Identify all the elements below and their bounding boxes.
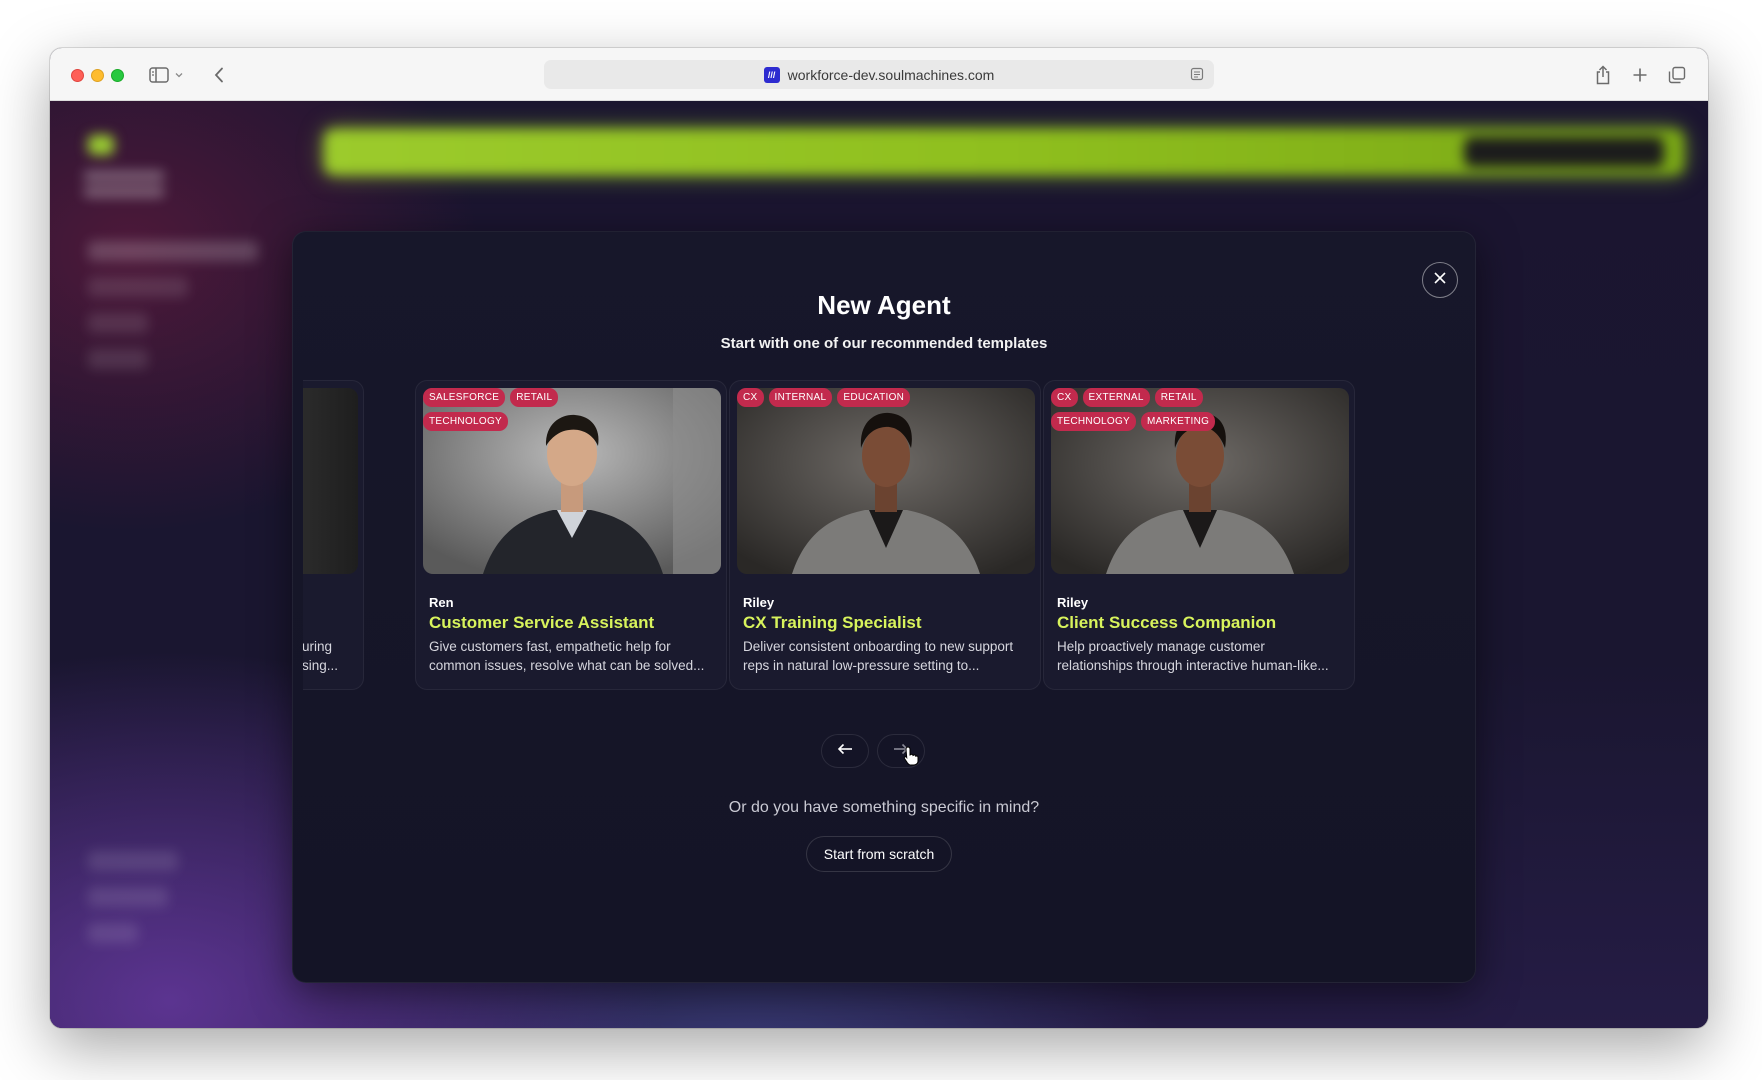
template-description: Give customers fast, empathetic help for… bbox=[429, 639, 705, 673]
address-bar[interactable]: /// workforce-dev.soulmachines.com bbox=[544, 60, 1214, 89]
tab-overview-icon[interactable] bbox=[1664, 62, 1690, 88]
sidebar-nav-item bbox=[88, 887, 168, 907]
url-text: workforce-dev.soulmachines.com bbox=[787, 66, 995, 83]
announcement-banner bbox=[324, 129, 1684, 175]
new-agent-modal: New Agent Start with one of our recommen… bbox=[292, 231, 1476, 983]
tag: TECHNOLOGY bbox=[423, 412, 509, 431]
arrow-left-icon bbox=[837, 742, 853, 760]
tag: CX bbox=[737, 388, 764, 407]
sidebar-nav-item bbox=[88, 349, 148, 369]
template-card[interactable]: CX INTERNAL EDUCATION Riley CX Training … bbox=[729, 380, 1041, 690]
sidebar-nav-item bbox=[88, 313, 148, 333]
site-favicon-icon: /// bbox=[763, 66, 780, 83]
tag: RETAIL bbox=[510, 388, 559, 407]
modal-subtitle: Start with one of our recommended templa… bbox=[720, 335, 1048, 352]
new-tab-icon[interactable] bbox=[1627, 62, 1653, 88]
agent-photo bbox=[737, 388, 1035, 574]
zoom-window-button[interactable] bbox=[111, 69, 124, 82]
card-description: uring sing... bbox=[303, 639, 339, 673]
chevron-down-icon[interactable] bbox=[172, 62, 186, 88]
back-icon[interactable] bbox=[206, 62, 232, 88]
card-tags: SALESFORCE RETAIL TECHNOLOGY bbox=[423, 388, 643, 431]
template-carousel: uring sing... SALESFORCE RETAIL TECHNOLO… bbox=[303, 380, 1467, 690]
template-title: Client Success Companion bbox=[1057, 613, 1277, 632]
tag: EXTERNAL bbox=[1082, 388, 1150, 407]
sidebar-nav-item bbox=[88, 241, 258, 261]
share-icon[interactable] bbox=[1590, 62, 1616, 88]
template-title: CX Training Specialist bbox=[743, 613, 922, 632]
tag: TECHNOLOGY bbox=[1051, 412, 1137, 431]
tag: MARKETING bbox=[1141, 412, 1216, 431]
sidebar-nav-item bbox=[88, 277, 188, 297]
close-window-button[interactable] bbox=[71, 69, 84, 82]
agent-photo bbox=[303, 388, 358, 574]
tag: CX bbox=[1051, 388, 1078, 407]
agent-name: Riley bbox=[1057, 595, 1089, 610]
browser-toolbar: /// workforce-dev.soulmachines.com bbox=[50, 48, 1708, 101]
app-logo bbox=[88, 135, 114, 155]
brand-text-placeholder bbox=[84, 171, 164, 181]
template-description: Help proactively manage customer relatio… bbox=[1057, 639, 1329, 673]
agent-name: Riley bbox=[743, 595, 775, 610]
template-card[interactable]: CX EXTERNAL RETAIL TECHNOLOGY MARKETING … bbox=[1043, 380, 1355, 690]
start-from-scratch-button[interactable]: Start from scratch bbox=[806, 836, 952, 872]
close-icon bbox=[1433, 271, 1447, 290]
tag: SALESFORCE bbox=[423, 388, 506, 407]
reader-mode-icon[interactable] bbox=[1190, 67, 1204, 84]
template-card-partial[interactable]: uring sing... bbox=[303, 380, 364, 690]
modal-title: New Agent bbox=[817, 290, 951, 320]
browser-window: /// workforce-dev.soulmachines.com New A… bbox=[50, 48, 1708, 1028]
agent-name: Ren bbox=[429, 595, 454, 610]
tag: EDUCATION bbox=[837, 388, 911, 407]
sidebar-nav-item bbox=[88, 923, 138, 943]
template-title: Customer Service Assistant bbox=[429, 613, 655, 632]
custom-prompt-text: Or do you have something specific in min… bbox=[728, 799, 1040, 816]
template-description: Deliver consistent onboarding to new sup… bbox=[743, 639, 1014, 673]
app-background: New Agent Start with one of our recommen… bbox=[50, 101, 1708, 1028]
tag: INTERNAL bbox=[768, 388, 833, 407]
brand-text-placeholder bbox=[84, 187, 164, 197]
tag: RETAIL bbox=[1154, 388, 1203, 407]
card-tags: CX INTERNAL EDUCATION bbox=[737, 388, 957, 407]
minimize-window-button[interactable] bbox=[91, 69, 104, 82]
pointer-cursor-icon bbox=[903, 746, 919, 771]
template-card[interactable]: SALESFORCE RETAIL TECHNOLOGY Ren Custome… bbox=[415, 380, 727, 690]
banner-button bbox=[1464, 137, 1664, 167]
sidebar-toggle-icon[interactable] bbox=[146, 62, 172, 88]
card-tags: CX EXTERNAL RETAIL TECHNOLOGY MARKETING bbox=[1051, 388, 1271, 431]
sidebar-nav-item bbox=[88, 851, 178, 871]
carousel-prev-button[interactable] bbox=[821, 734, 869, 768]
